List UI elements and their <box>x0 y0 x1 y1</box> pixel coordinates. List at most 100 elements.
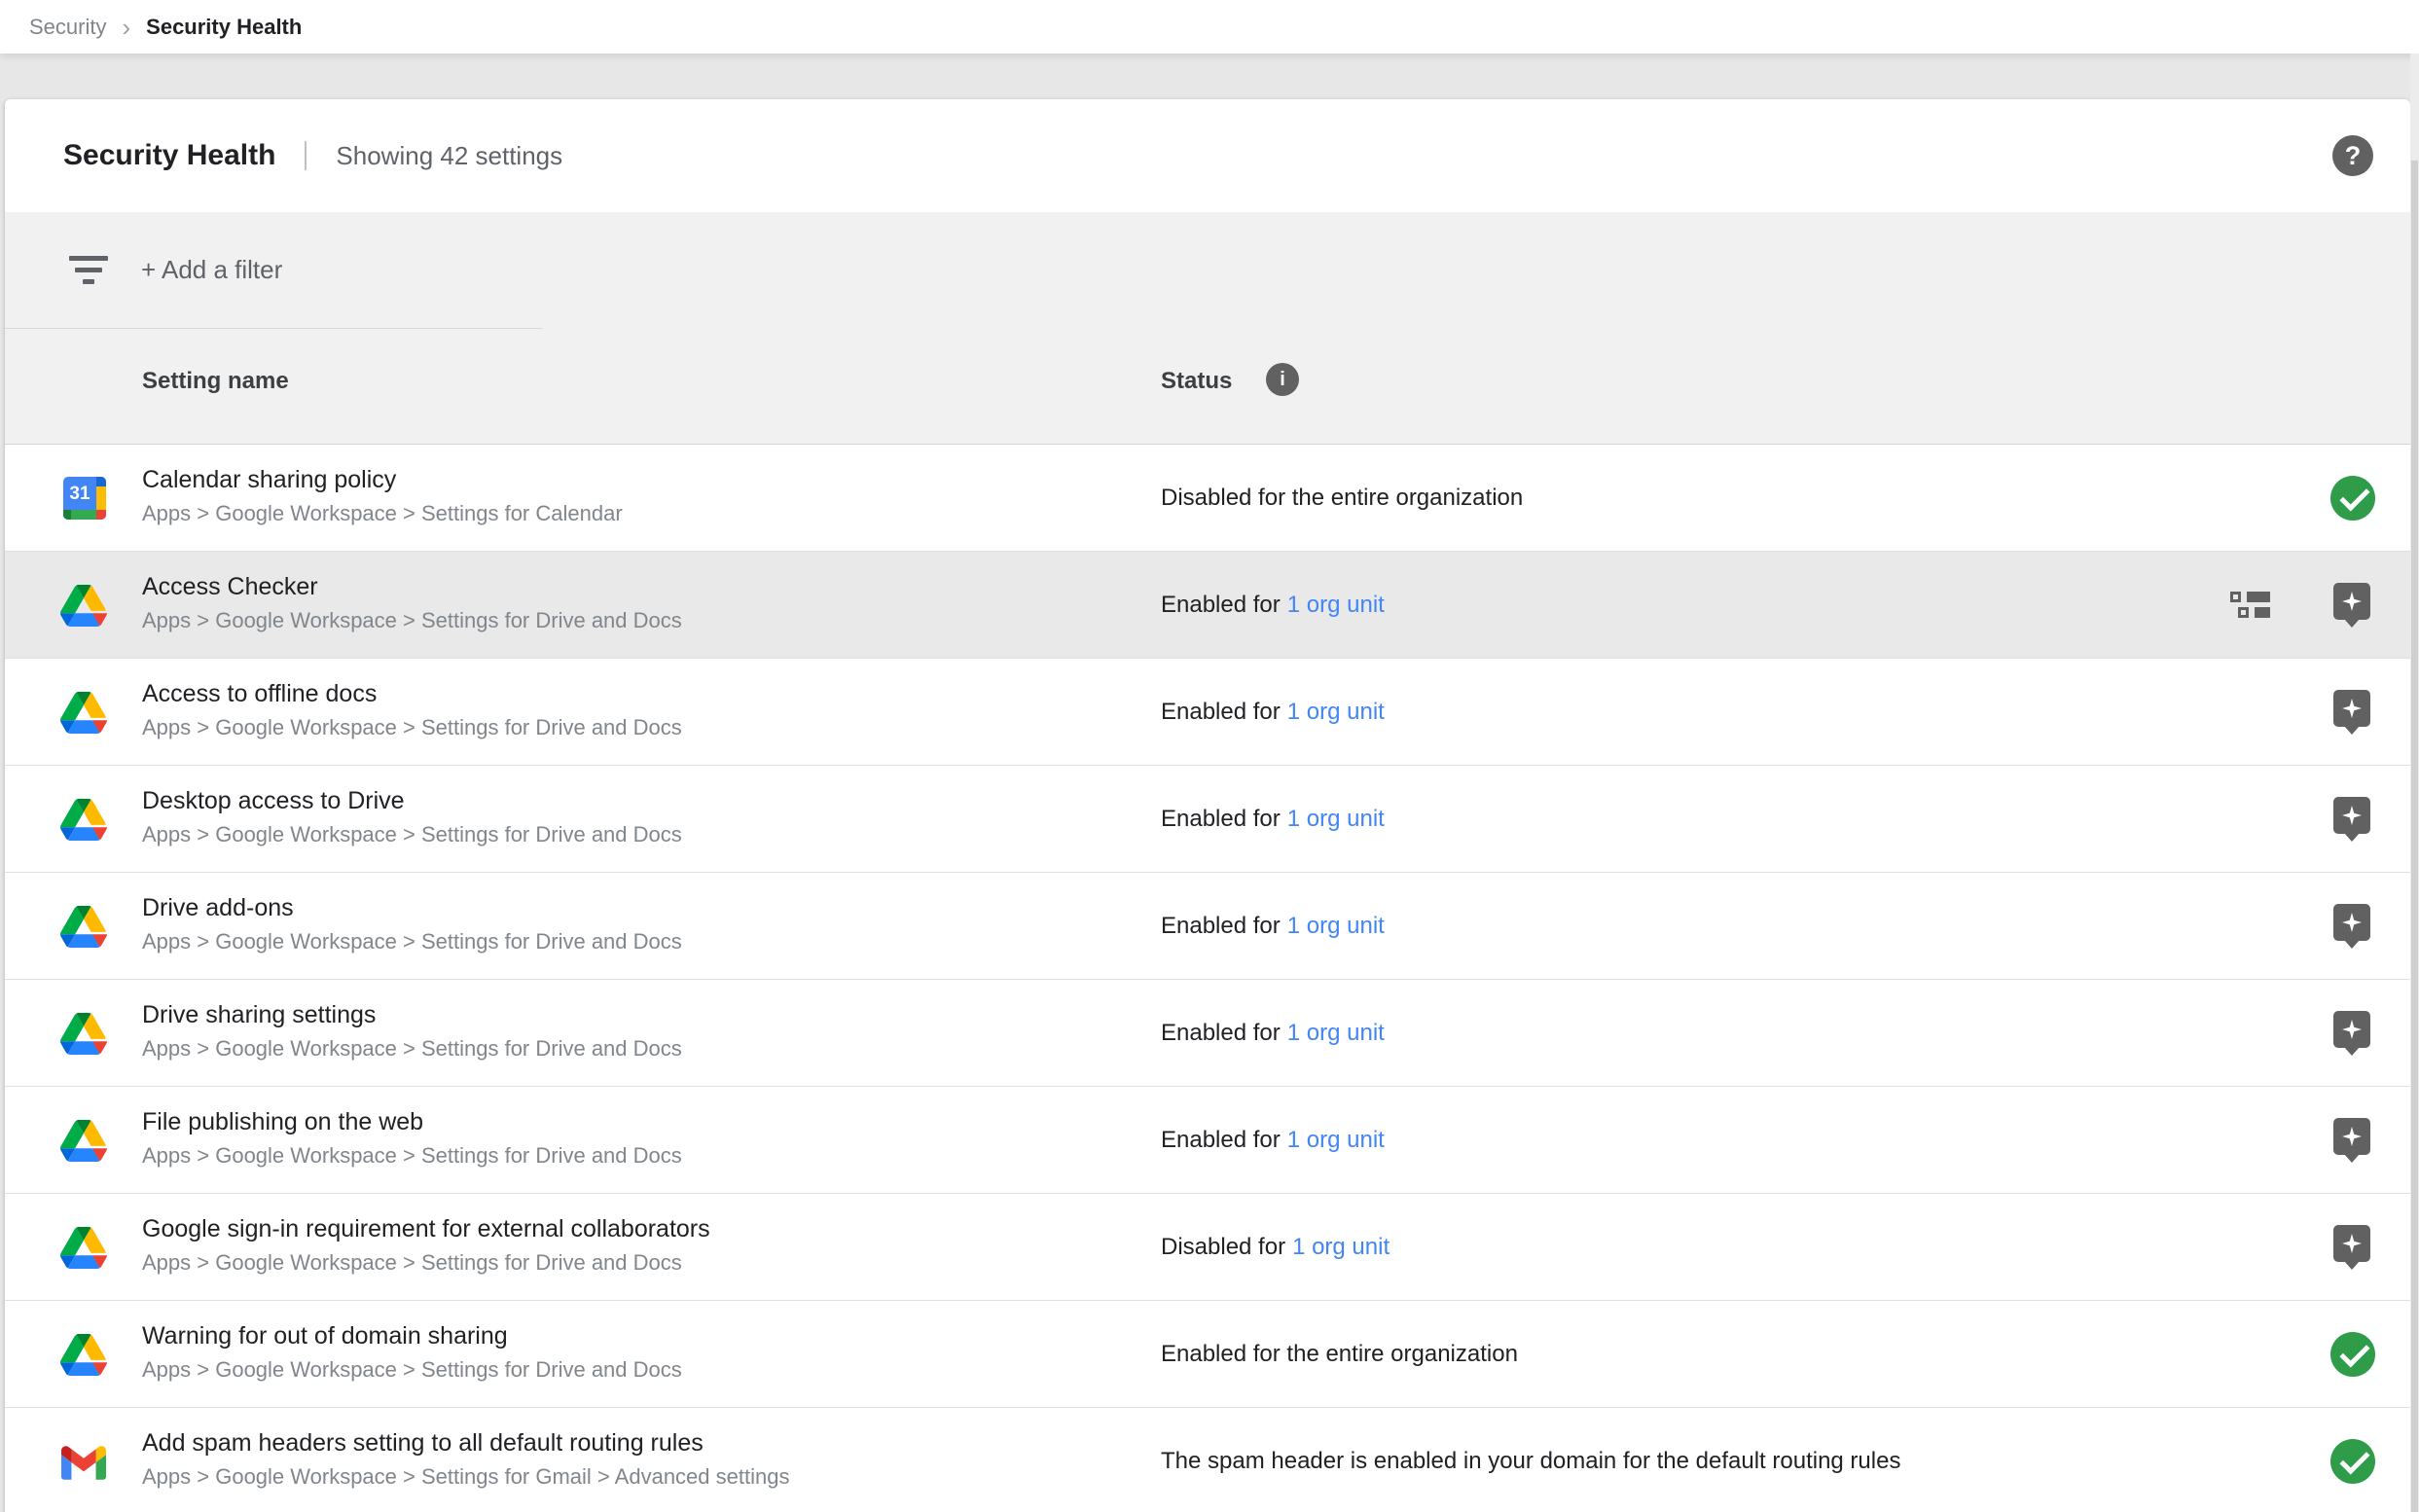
org-unit-link[interactable]: 1 org unit <box>1287 913 1385 939</box>
table-row[interactable]: 31 <box>5 873 2410 980</box>
table-row[interactable]: 31 <box>5 1408 2410 1512</box>
google-drive-icon <box>60 799 107 841</box>
org-unit-link[interactable]: 1 org unit <box>1287 1020 1385 1046</box>
setting-name[interactable]: Drive add-ons <box>142 894 294 922</box>
filter-list-icon <box>69 256 108 284</box>
setting-name[interactable]: Access to offline docs <box>142 680 377 708</box>
status-cell: Enabled for the entire organization <box>1161 1341 1518 1368</box>
status-info-icon[interactable]: i <box>1266 363 1299 396</box>
recommendation-flag-icon[interactable] <box>2333 904 2370 941</box>
table-row[interactable]: 31 <box>5 552 2410 659</box>
recommendation-flag-icon[interactable] <box>2333 690 2370 727</box>
status-text: Disabled for the entire organization <box>1161 485 1523 511</box>
status-ok-check-icon <box>2330 476 2375 521</box>
status-text: Disabled for <box>1161 1234 1285 1260</box>
setting-cell: Desktop access to Drive Apps > Google Wo… <box>142 766 1096 873</box>
gmail-icon <box>61 1446 106 1480</box>
org-unit-link[interactable]: 1 org unit <box>1287 699 1385 725</box>
settings-table: 31 <box>5 445 2410 1512</box>
table-row[interactable]: 31 <box>5 980 2410 1087</box>
status-text: Enabled for <box>1161 806 1281 832</box>
setting-name[interactable]: Add spam headers setting to all default … <box>142 1429 704 1458</box>
table-row[interactable]: 31 <box>5 1194 2410 1301</box>
google-drive-icon <box>60 1013 107 1055</box>
recommendation-flag-icon[interactable] <box>2333 1225 2370 1262</box>
status-cell: Enabled for1 org unit <box>1161 806 1385 833</box>
setting-cell: Add spam headers setting to all default … <box>142 1408 1096 1512</box>
page-title: Security Health <box>63 139 275 172</box>
table-row[interactable]: 31 <box>5 766 2410 873</box>
sparkle-icon <box>2342 699 2362 718</box>
table-row[interactable]: 31 <box>5 445 2410 552</box>
setting-cell: File publishing on the web Apps > Google… <box>142 1087 1096 1194</box>
status-text: Enabled for <box>1161 1127 1281 1153</box>
product-icon-cell: 31 <box>60 873 109 980</box>
org-units-icon[interactable] <box>2230 592 2271 618</box>
setting-cell: Drive sharing settings Apps > Google Wor… <box>142 980 1096 1087</box>
setting-path: Apps > Google Workspace > Settings for D… <box>142 715 682 740</box>
status-cell: Enabled for1 org unit <box>1161 1020 1385 1047</box>
org-unit-link[interactable]: 1 org unit <box>1292 1234 1390 1260</box>
recommendation-flag-icon[interactable] <box>2333 583 2370 620</box>
status-cell: Disabled for 1 org unit <box>1161 1234 1390 1261</box>
setting-name[interactable]: Warning for out of domain sharing <box>142 1322 508 1350</box>
recommendation-flag-icon[interactable] <box>2333 1118 2370 1155</box>
status-cell: Disabled for the entire organization <box>1161 485 1523 512</box>
setting-cell: Access to offline docs Apps > Google Wor… <box>142 659 1096 766</box>
table-row[interactable]: 31 <box>5 1087 2410 1194</box>
table-row[interactable]: 31 <box>5 659 2410 766</box>
security-health-card: Security Health Showing 42 settings ? + … <box>5 99 2410 1512</box>
calendar-day-label: 31 <box>64 482 95 507</box>
status-text: The spam header is enabled in your domai… <box>1161 1448 1900 1474</box>
setting-cell: Google sign-in requirement for external … <box>142 1194 1096 1301</box>
setting-name[interactable]: Calendar sharing policy <box>142 466 396 494</box>
card-header: Security Health Showing 42 settings ? <box>5 99 2410 212</box>
sparkle-icon <box>2342 1020 2362 1039</box>
column-header-status: Status <box>1161 368 1232 395</box>
status-ok-check-icon <box>2330 1332 2375 1377</box>
vertical-scrollbar[interactable] <box>2410 54 2419 1512</box>
setting-path: Apps > Google Workspace > Settings for D… <box>142 822 682 847</box>
product-icon-cell: 31 <box>60 552 109 659</box>
column-header-setting-name: Setting name <box>142 368 289 395</box>
setting-path: Apps > Google Workspace > Settings for D… <box>142 608 682 633</box>
setting-path: Apps > Google Workspace > Settings for D… <box>142 1357 682 1383</box>
setting-name[interactable]: Drive sharing settings <box>142 1001 376 1029</box>
setting-path: Apps > Google Workspace > Settings for C… <box>142 501 623 526</box>
breadcrumb-parent-link[interactable]: Security <box>29 15 106 40</box>
google-drive-icon <box>60 692 107 734</box>
setting-cell: Access Checker Apps > Google Workspace >… <box>142 552 1096 659</box>
product-icon-cell: 31 <box>60 1194 109 1301</box>
help-icon[interactable]: ? <box>2332 135 2373 176</box>
recommendation-flag-icon[interactable] <box>2333 1011 2370 1048</box>
status-text: Enabled for the entire organization <box>1161 1341 1518 1367</box>
filter-and-header-band: + Add a filter Setting name Status i <box>5 212 2410 445</box>
table-row[interactable]: 31 <box>5 1301 2410 1408</box>
setting-path: Apps > Google Workspace > Settings for D… <box>142 929 682 954</box>
status-cell: Enabled for1 org unit <box>1161 1127 1385 1154</box>
status-cell: Enabled for1 org unit <box>1161 913 1385 940</box>
org-unit-link[interactable]: 1 org unit <box>1287 1127 1385 1153</box>
setting-path: Apps > Google Workspace > Settings for D… <box>142 1250 682 1276</box>
status-text: Enabled for <box>1161 699 1281 725</box>
product-icon-cell: 31 <box>60 1408 109 1512</box>
recommendation-flag-icon[interactable] <box>2333 797 2370 834</box>
setting-path: Apps > Google Workspace > Settings for D… <box>142 1036 682 1062</box>
setting-name[interactable]: Access Checker <box>142 573 318 601</box>
setting-name[interactable]: Google sign-in requirement for external … <box>142 1215 710 1243</box>
setting-name[interactable]: File publishing on the web <box>142 1108 423 1136</box>
setting-path: Apps > Google Workspace > Settings for D… <box>142 1143 682 1169</box>
org-unit-link[interactable]: 1 org unit <box>1287 806 1385 832</box>
settings-count: Showing 42 settings <box>336 141 562 171</box>
title-divider <box>305 141 307 170</box>
status-cell: Enabled for1 org unit <box>1161 699 1385 726</box>
setting-name[interactable]: Desktop access to Drive <box>142 787 405 815</box>
add-filter-button[interactable]: + Add a filter <box>141 255 282 285</box>
setting-cell: Calendar sharing policy Apps > Google Wo… <box>142 445 1096 552</box>
org-unit-link[interactable]: 1 org unit <box>1287 592 1385 618</box>
setting-path: Apps > Google Workspace > Settings for G… <box>142 1464 789 1490</box>
status-text: Enabled for <box>1161 592 1281 618</box>
status-ok-check-icon <box>2330 1439 2375 1484</box>
scrollbar-thumb[interactable] <box>2411 161 2418 1512</box>
sparkle-icon <box>2342 1127 2362 1146</box>
